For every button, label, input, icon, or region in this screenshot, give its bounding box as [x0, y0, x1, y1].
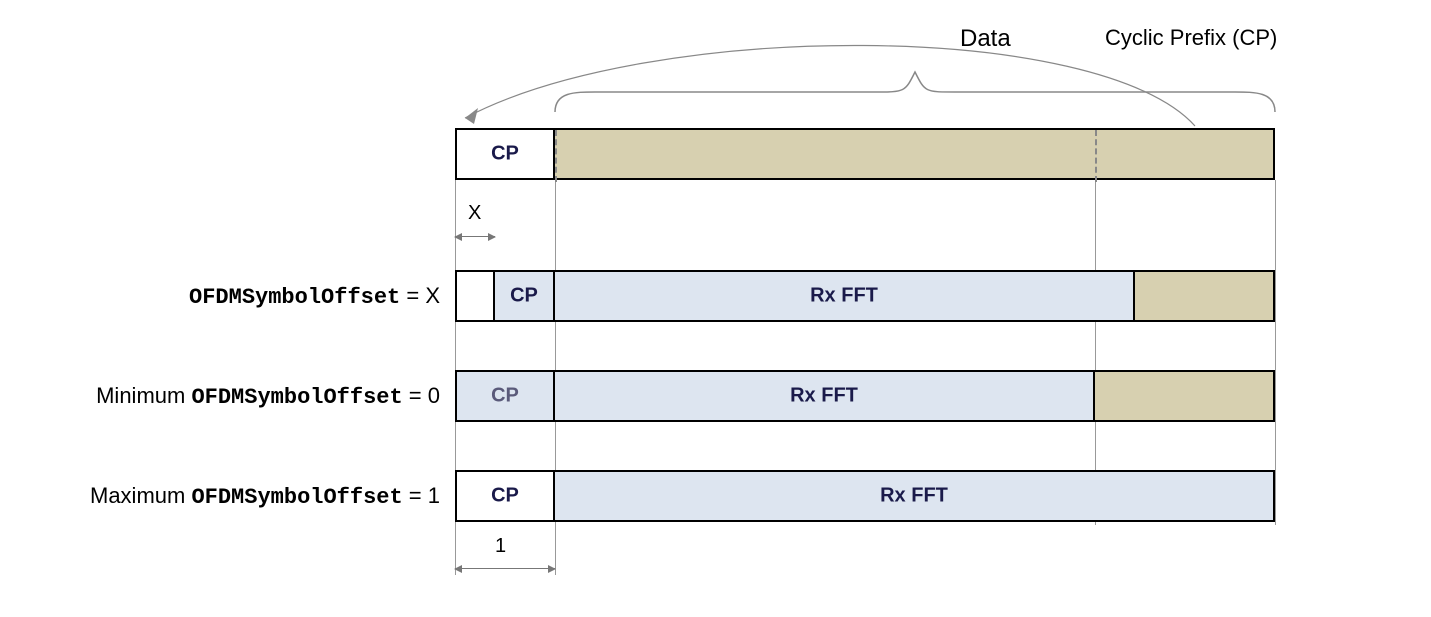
data-label: Data	[960, 25, 1011, 53]
row1-cp-segment: CP	[495, 270, 555, 322]
guide-line-right-edge	[1275, 180, 1276, 525]
row0-data-segment	[555, 128, 1275, 180]
x-marker-arrow	[455, 236, 495, 237]
row1-tail-segment	[1135, 270, 1275, 322]
x-marker-label: X	[468, 202, 481, 225]
row2-rxfft-segment: Rx FFT	[555, 370, 1095, 422]
row1-rxfft-text: Rx FFT	[810, 285, 878, 308]
row2-cp-segment: CP	[455, 370, 555, 422]
row0-dashed-right	[1095, 130, 1097, 182]
row3-label: Maximum OFDMSymbolOffset = 1	[40, 483, 440, 510]
row3-rxfft-segment: Rx FFT	[555, 470, 1275, 522]
row1-leading-segment	[455, 270, 495, 322]
row0-cp-text: CP	[491, 143, 519, 166]
row3-rxfft-text: Rx FFT	[880, 485, 948, 508]
row3-cp-segment: CP	[455, 470, 555, 522]
row1-label: OFDMSymbolOffset = X	[40, 283, 440, 310]
row0-cp-segment: CP	[455, 128, 555, 180]
row3-cp-text: CP	[491, 485, 519, 508]
cyclic-prefix-label: Cyclic Prefix (CP)	[1105, 25, 1277, 51]
one-marker-label: 1	[495, 535, 506, 558]
row2-cp-text: CP	[491, 385, 519, 408]
row0-dashed-left	[555, 130, 557, 182]
row2-label: Minimum OFDMSymbolOffset = 0	[40, 383, 440, 410]
row1-rxfft-segment: Rx FFT	[555, 270, 1135, 322]
one-marker-arrow	[455, 568, 555, 569]
row2-rxfft-text: Rx FFT	[790, 385, 858, 408]
row2-tail-segment	[1095, 370, 1275, 422]
row1-cp-text: CP	[510, 285, 538, 308]
